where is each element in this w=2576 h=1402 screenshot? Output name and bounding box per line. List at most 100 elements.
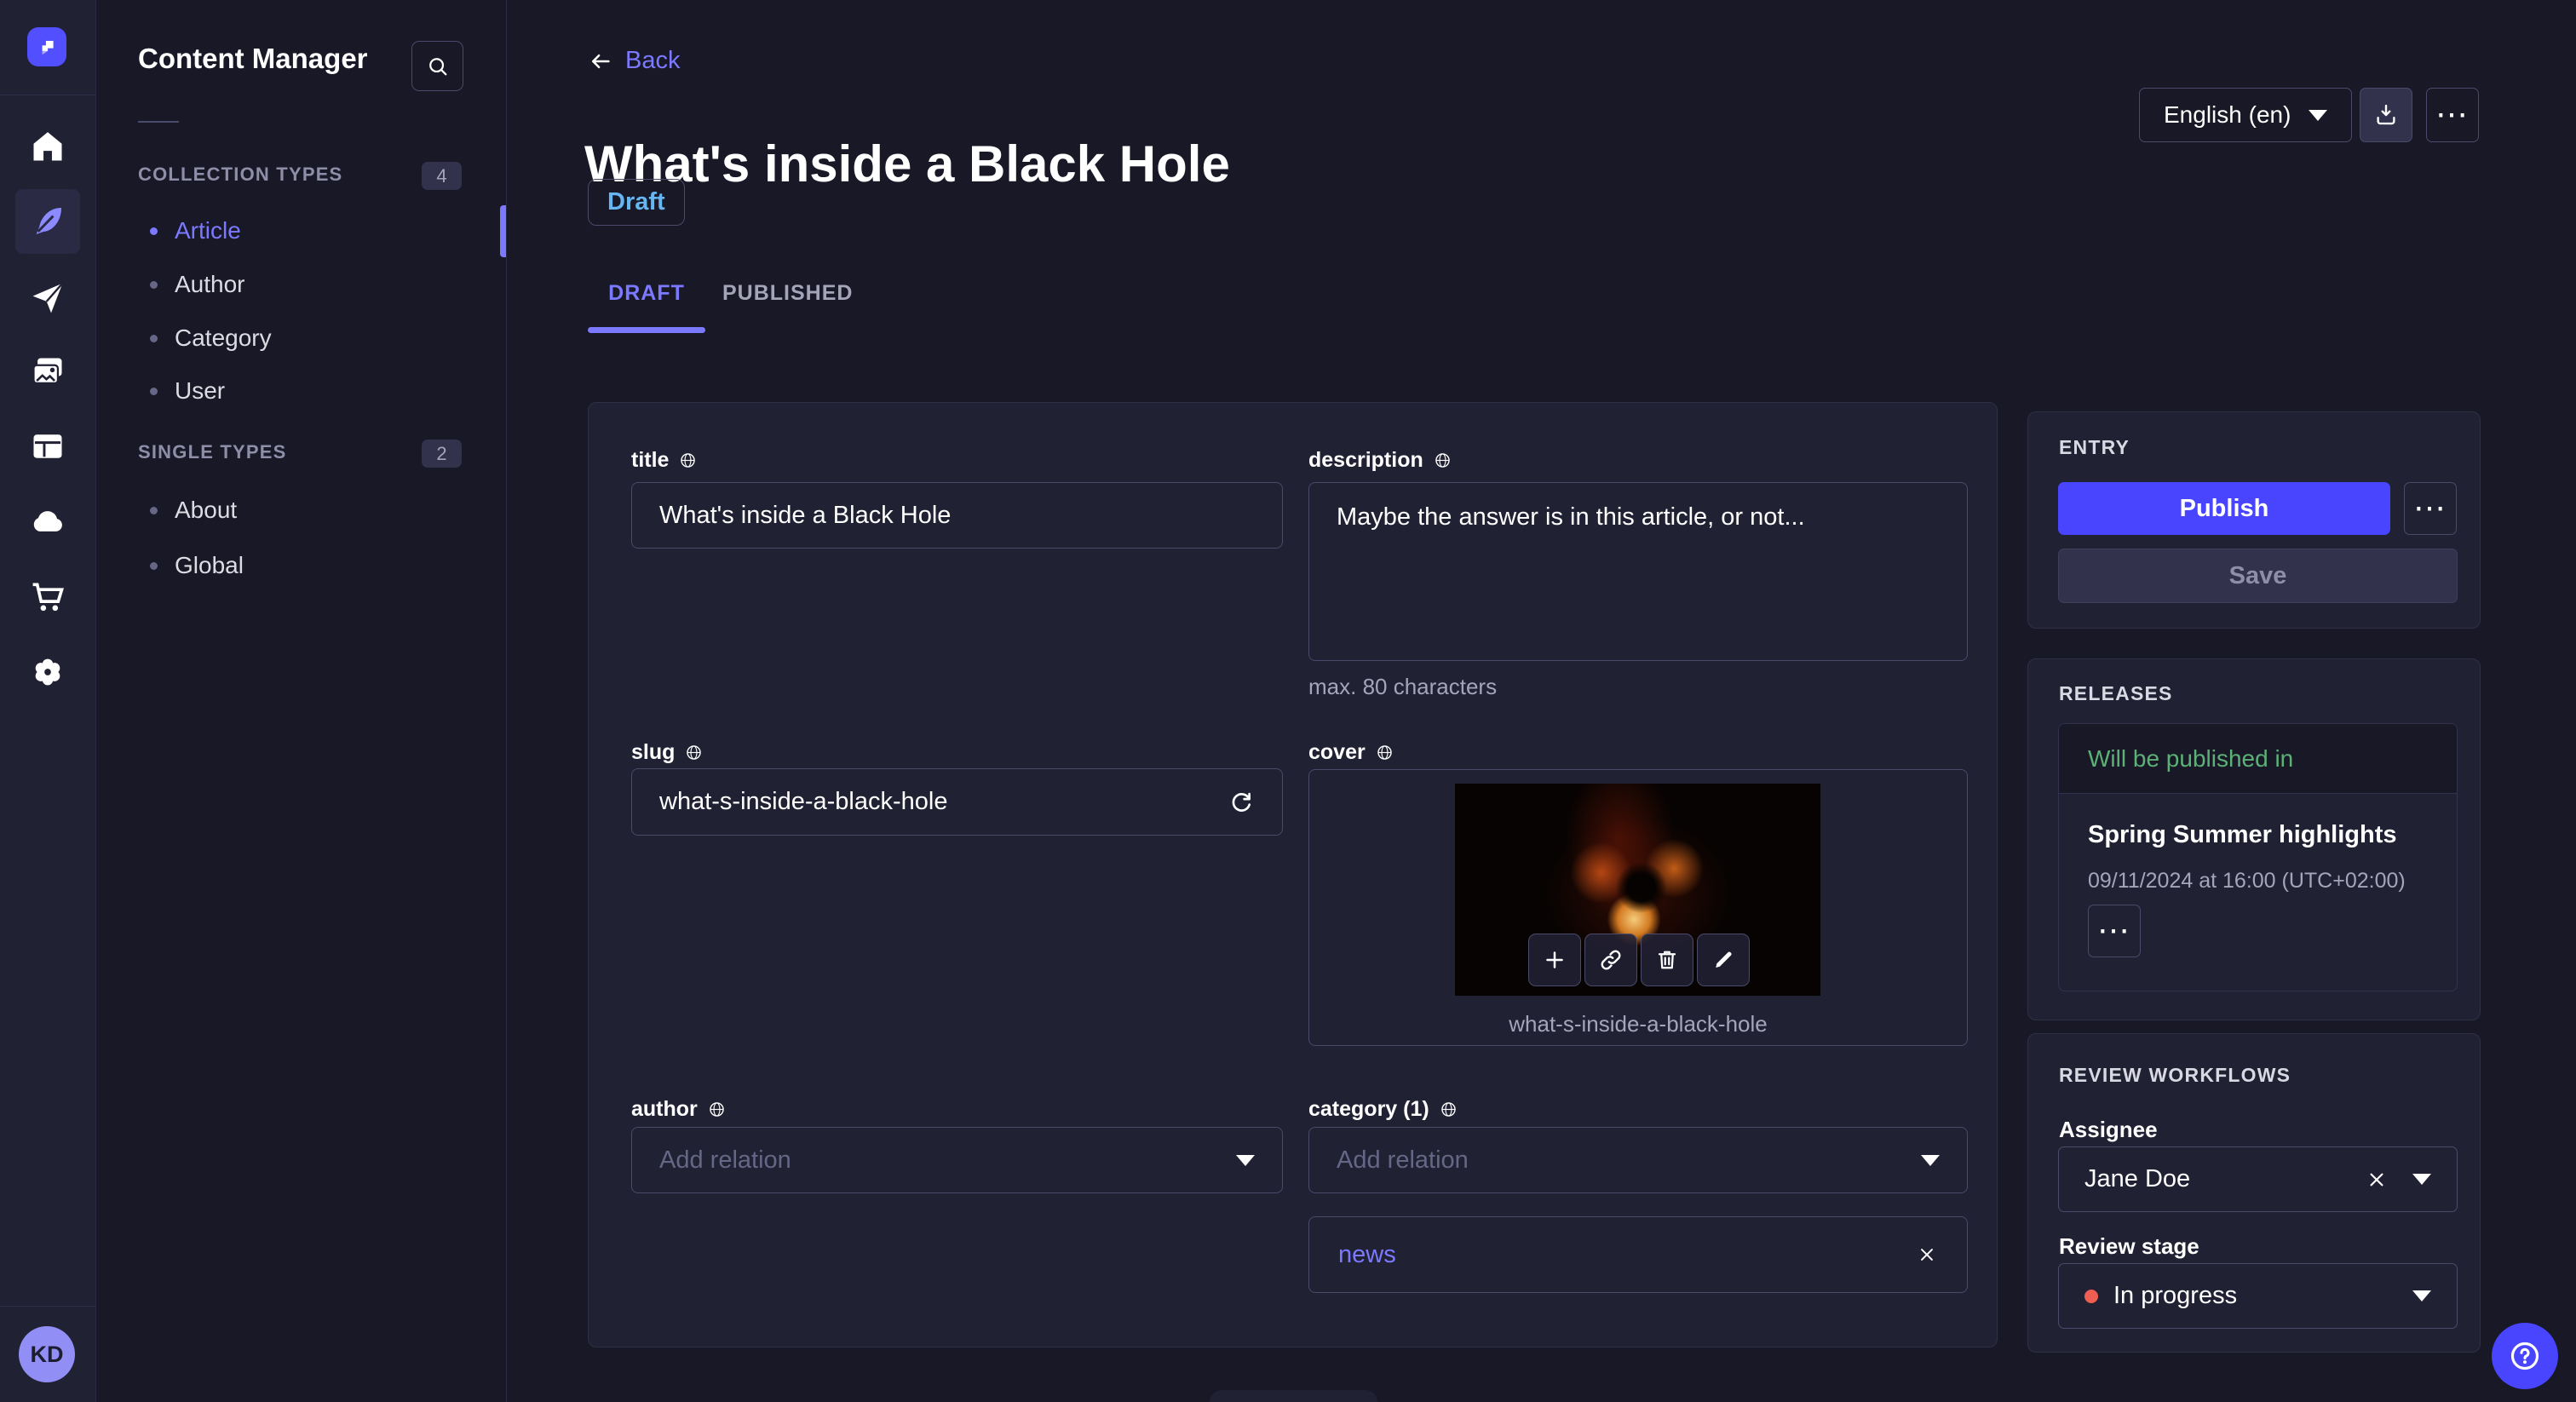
stage-status-dot (2084, 1289, 2098, 1303)
sidebar-item-label: Article (175, 217, 241, 244)
locale-select[interactable]: English (en) (2139, 88, 2352, 142)
refresh-icon (1232, 792, 1251, 812)
clear-assignee-button[interactable] (2365, 1168, 2389, 1192)
release-title: Spring Summer highlights (2088, 821, 2397, 848)
nav-marketplace[interactable] (15, 565, 80, 629)
layout-icon (33, 434, 62, 458)
feather-icon (36, 208, 61, 235)
relation-link-news[interactable]: news (1338, 1241, 1396, 1269)
assignee-combobox[interactable]: Jane Doe (2058, 1146, 2458, 1212)
remove-relation-button[interactable] (1916, 1244, 1938, 1266)
globe-icon (687, 745, 702, 760)
category-relation-combobox[interactable]: Add relation (1308, 1127, 1968, 1193)
nav-releases[interactable] (15, 266, 80, 330)
single-types-count-badge: 2 (422, 440, 462, 468)
stage-value: In progress (2113, 1282, 2238, 1309)
more-icon: ⋯ (2413, 491, 2447, 526)
sidebar-item-author[interactable]: Author (150, 264, 245, 305)
globe-icon (1440, 1102, 1456, 1117)
nav-content-type-builder[interactable] (15, 414, 80, 479)
active-tab-underline (588, 327, 705, 333)
author-relation-combobox[interactable]: Add relation (631, 1127, 1283, 1193)
active-item-indicator (500, 205, 506, 257)
subnav-title: Content Manager (138, 43, 368, 74)
description-hint: max. 80 characters (1308, 674, 1498, 699)
media-icon (32, 358, 62, 384)
export-button[interactable] (2360, 88, 2412, 142)
cover-add-button[interactable] (1528, 934, 1581, 986)
cover-delete-button[interactable] (1641, 934, 1693, 986)
send-icon (32, 282, 64, 313)
collection-types-count-badge: 4 (422, 162, 462, 190)
user-avatar[interactable]: KD (19, 1326, 75, 1382)
title-input[interactable] (659, 501, 1255, 530)
back-arrow-icon (592, 54, 610, 68)
slug-input-wrap (631, 768, 1283, 836)
sidebar-item-article[interactable]: Article (150, 210, 241, 251)
sidebar-item-label: About (175, 497, 238, 523)
globe-icon (1377, 745, 1392, 760)
bullet-icon (150, 561, 158, 570)
nav-media-library[interactable] (15, 340, 80, 405)
strapi-admin-app: KD Content Manager COLLECTION TYPES 4 Ar… (0, 0, 2576, 1402)
sidebar-item-global[interactable]: Global (150, 545, 244, 586)
plus-icon (1546, 951, 1563, 968)
review-stage-combobox[interactable]: In progress (2058, 1263, 2458, 1329)
description-textarea[interactable] (1337, 483, 1940, 660)
tab-draft[interactable]: DRAFT (588, 281, 705, 306)
sidebar-item-about[interactable]: About (150, 490, 237, 531)
release-more-button[interactable]: ⋯ (2088, 905, 2141, 957)
status-badge: Draft (588, 179, 685, 226)
sidebar-item-label: Author (175, 271, 245, 297)
gear-icon (35, 658, 60, 686)
assignee-label: Assignee (2059, 1117, 2158, 1142)
help-button[interactable] (2492, 1323, 2558, 1389)
assignee-value: Jane Doe (2084, 1165, 2191, 1192)
sidebar-item-user[interactable]: User (150, 371, 225, 411)
subnav-divider (138, 121, 179, 123)
strapi-logo[interactable] (27, 27, 66, 66)
cart-icon (32, 583, 64, 612)
cover-actions (1528, 934, 1750, 986)
collapsed-panel-edge (1210, 1390, 1377, 1402)
link-icon (1601, 950, 1621, 970)
sidebar-item-category[interactable]: Category (150, 318, 272, 359)
section-single-types: SINGLE TYPES (138, 441, 287, 463)
header-more-button[interactable]: ⋯ (2426, 88, 2479, 142)
category-field-label: category (1) (1308, 1097, 1458, 1122)
regenerate-slug-button[interactable] (1228, 789, 1255, 816)
globe-icon (710, 1102, 724, 1117)
nav-deploy[interactable] (15, 489, 80, 554)
strapi-logo-icon (42, 40, 54, 55)
slug-input[interactable] (659, 788, 1228, 816)
cloud-icon (33, 511, 62, 531)
cover-edit-button[interactable] (1697, 934, 1750, 986)
releases-panel: RELEASES Will be published in Spring Sum… (2027, 658, 2481, 1020)
bullet-icon (150, 334, 158, 342)
save-button[interactable]: Save (2058, 549, 2458, 603)
nav-settings[interactable] (15, 640, 80, 704)
globe-icon (681, 453, 696, 468)
author-field-label: author (631, 1097, 726, 1122)
home-icon (33, 132, 62, 161)
avatar-initials: KD (30, 1341, 64, 1367)
rail-bottom-divider (0, 1306, 95, 1307)
cover-copy-link-button[interactable] (1584, 934, 1637, 986)
entry-more-button[interactable]: ⋯ (2404, 482, 2457, 535)
release-datetime: 09/11/2024 at 16:00 (UTC+02:00) (2088, 869, 2406, 893)
chevron-down-icon (2412, 1174, 2431, 1185)
review-stage-label: Review stage (2059, 1233, 2199, 1259)
pencil-icon (1716, 951, 1732, 968)
chevron-down-icon (1921, 1154, 1940, 1166)
more-icon: ⋯ (2435, 97, 2470, 133)
cover-filename: what-s-inside-a-black-hole (1509, 1011, 1768, 1037)
back-link[interactable]: Back (588, 47, 680, 75)
cover-field-label: cover (1308, 740, 1394, 765)
tab-published[interactable]: PUBLISHED (722, 281, 852, 306)
download-icon (2377, 104, 2395, 125)
nav-content-manager[interactable] (15, 189, 80, 254)
nav-home[interactable] (15, 114, 80, 179)
search-button[interactable] (411, 41, 463, 91)
publish-button[interactable]: Publish (2058, 482, 2390, 535)
trash-icon (1658, 951, 1676, 969)
